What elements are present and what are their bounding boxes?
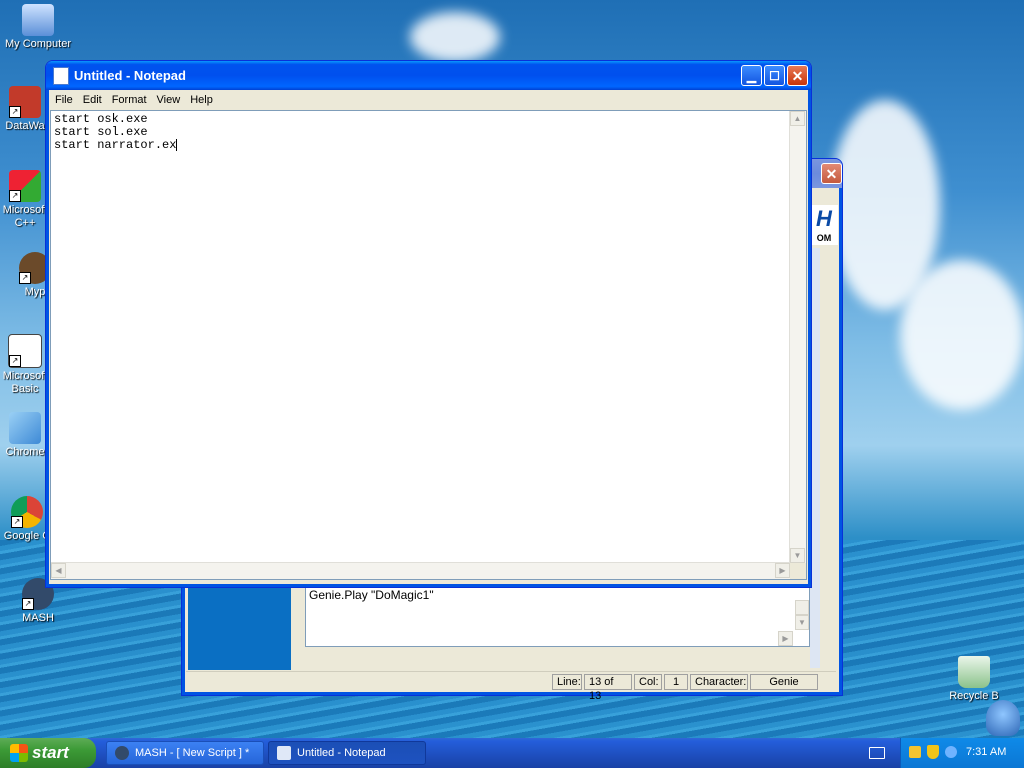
status-character-label: Character: bbox=[690, 674, 748, 690]
mash-status-bar: Line: 13 of 13 Col: 1 Character: Genie bbox=[186, 671, 836, 702]
keyboard-icon[interactable] bbox=[869, 747, 885, 759]
genie-agent-icon[interactable] bbox=[986, 700, 1020, 736]
windows-logo-icon bbox=[10, 744, 28, 762]
horizontal-scrollbar[interactable]: ◀ ▶ bbox=[51, 562, 790, 579]
mash-close-button[interactable]: ✕ bbox=[821, 163, 842, 184]
security-shield-icon[interactable] bbox=[927, 745, 939, 759]
status-character-value: Genie bbox=[750, 674, 818, 690]
status-line-value: 13 of 13 bbox=[584, 674, 632, 702]
start-button[interactable]: start bbox=[0, 738, 96, 768]
mash-code-line: Genie.Play "DoMagic1" bbox=[309, 588, 434, 602]
network-icon[interactable] bbox=[909, 746, 921, 758]
status-col-value: 1 bbox=[664, 674, 688, 690]
scroll-right-arrow[interactable]: ▶ bbox=[778, 631, 793, 646]
close-button[interactable]: ✕ bbox=[787, 65, 808, 86]
chrome-icon: ↗ bbox=[11, 496, 43, 528]
mash-logo-fragment: H OM bbox=[810, 205, 838, 245]
text-line: start narrator.ex bbox=[54, 138, 177, 153]
cloud bbox=[410, 12, 500, 62]
notepad-title: Untitled - Notepad bbox=[74, 68, 186, 83]
notepad-icon bbox=[53, 66, 69, 85]
text-content: start osk.exe start sol.exe start narrator… bbox=[54, 113, 178, 153]
task-notepad[interactable]: Untitled - Notepad bbox=[268, 741, 426, 765]
scroll-down-arrow[interactable]: ▼ bbox=[795, 615, 809, 630]
menu-bar: File Edit Format View Help bbox=[46, 90, 811, 109]
menu-file[interactable]: File bbox=[50, 94, 78, 106]
task-mash[interactable]: MASH - [ New Script ] * bbox=[106, 741, 264, 765]
chrome-icon bbox=[9, 412, 41, 444]
desktop-icon-recycle-bin[interactable]: Recycle B bbox=[937, 656, 1011, 703]
mash-side-panel bbox=[188, 585, 291, 670]
computer-icon bbox=[22, 4, 54, 36]
task-label: Untitled - Notepad bbox=[297, 747, 386, 759]
vertical-scrollbar[interactable]: ▲ ▼ bbox=[789, 111, 806, 563]
maximize-button[interactable]: ☐ bbox=[764, 65, 785, 86]
menu-help[interactable]: Help bbox=[185, 94, 218, 106]
mash-logo-text: H bbox=[816, 206, 832, 231]
notepad-text-area[interactable]: start osk.exe start sol.exe start narrator… bbox=[50, 110, 807, 580]
mash-logo-subtext: OM bbox=[816, 233, 832, 243]
menu-format[interactable]: Format bbox=[107, 94, 152, 106]
scroll-right-arrow[interactable]: ▶ bbox=[775, 563, 790, 578]
genie-tray-icon[interactable] bbox=[945, 746, 957, 758]
scroll-up-arrow[interactable]: ▲ bbox=[790, 111, 805, 126]
scroll-thumb[interactable] bbox=[795, 600, 809, 615]
notepad-title-bar[interactable]: Untitled - Notepad ▁ ☐ ✕ bbox=[46, 61, 811, 90]
recycle-bin-icon bbox=[958, 656, 990, 688]
status-col-label: Col: bbox=[634, 674, 662, 690]
desktop-icon-label: My Computer bbox=[4, 38, 72, 50]
notepad-icon bbox=[277, 746, 291, 760]
visual-cpp-icon: ↗ bbox=[9, 170, 41, 202]
mash-icon bbox=[115, 746, 129, 760]
task-label: MASH - [ New Script ] * bbox=[135, 747, 250, 759]
taskbar: start MASH - [ New Script ] * Untitled -… bbox=[0, 738, 1024, 768]
scroll-left-arrow[interactable]: ◀ bbox=[51, 563, 66, 578]
start-label: start bbox=[32, 743, 69, 762]
scroll-down-arrow[interactable]: ▼ bbox=[790, 548, 805, 563]
minimize-button[interactable]: ▁ bbox=[741, 65, 762, 86]
cloud bbox=[900, 260, 1024, 410]
desktop-icon-my-computer[interactable]: My Computer bbox=[1, 4, 75, 51]
visual-basic-icon: ↗ bbox=[8, 334, 42, 368]
text-caret bbox=[176, 139, 178, 151]
text-line: start sol.exe bbox=[54, 125, 148, 139]
system-tray: 7:31 AM bbox=[900, 738, 1024, 768]
resize-grip-icon[interactable] bbox=[790, 563, 806, 579]
mash-script-editor[interactable]: Genie.Play "DoMagic1" ▼ ▶ bbox=[305, 587, 810, 647]
clock: 7:31 AM bbox=[966, 746, 1007, 758]
menu-view[interactable]: View bbox=[152, 94, 186, 106]
menu-edit[interactable]: Edit bbox=[78, 94, 107, 106]
database-icon: ↗ bbox=[9, 86, 41, 118]
status-line-label: Line: bbox=[552, 674, 582, 690]
desktop-icon-label: MASH bbox=[22, 612, 54, 624]
